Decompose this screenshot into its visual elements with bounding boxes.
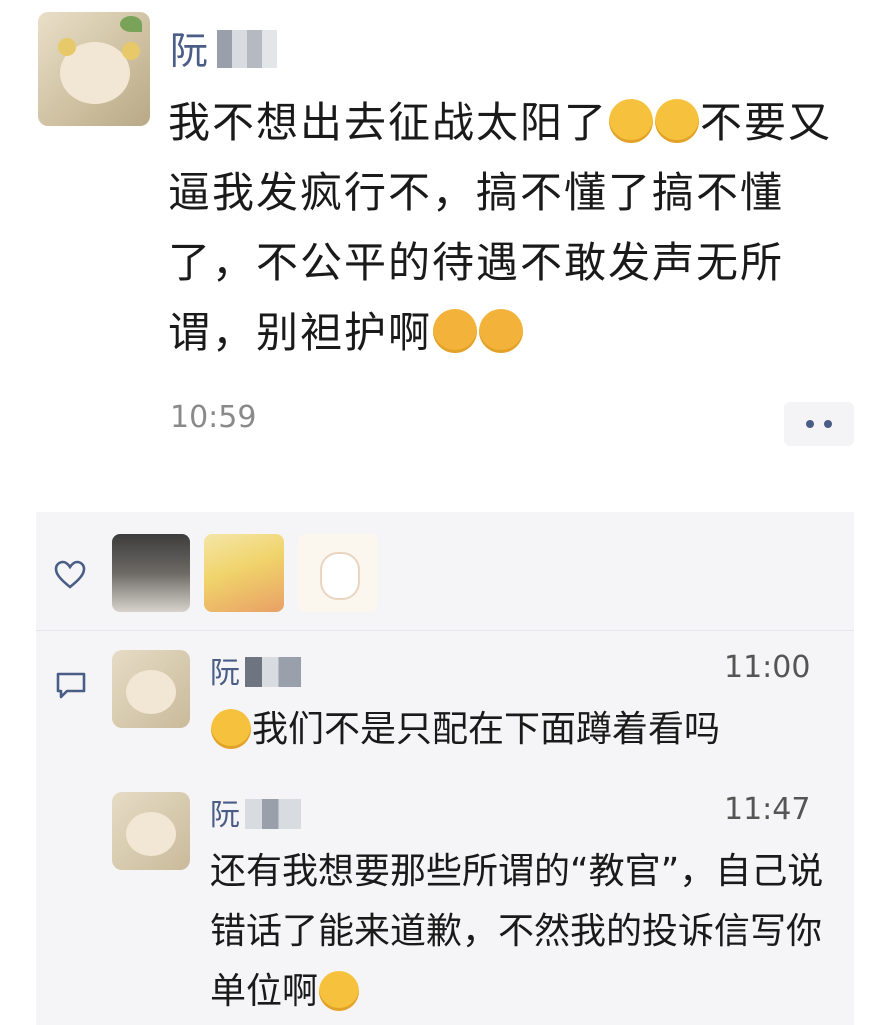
more-dot-icon	[806, 420, 814, 428]
comment-icon[interactable]	[54, 670, 88, 700]
comment-time: 11:47	[724, 792, 811, 827]
heart-icon[interactable]	[54, 560, 86, 590]
thinking-face-icon	[609, 99, 654, 143]
post-time: 10:59	[170, 400, 257, 435]
liker-avatar-person[interactable]	[112, 534, 190, 612]
comment-time: 11:00	[724, 650, 811, 685]
post-body: 我不想出去征战太阳了 不要又逼我发疯行不，搞不懂了搞不懂了，不公平的待遇不敢发声无…	[168, 88, 858, 368]
more-options-button[interactable]	[784, 402, 854, 446]
post-text-part-1: 我不想出去征战太阳了	[168, 98, 609, 147]
more-dot-icon	[824, 420, 832, 428]
sad-face-icon	[479, 309, 524, 353]
hamster-face	[126, 670, 176, 714]
comment-body: 我们不是只配在下面蹲着看吗	[210, 700, 830, 760]
name-mosaic	[245, 799, 302, 829]
comment-author[interactable]: 阮	[210, 790, 302, 834]
liker-avatar-pikachu[interactable]	[204, 534, 284, 612]
comment-body: 还有我想要那些所谓的“教官”，自己说错话了能来道歉，不然我的投诉信写你单位啊	[210, 842, 830, 1022]
comment-text: 我们不是只配在下面蹲着看吗	[252, 709, 721, 750]
sweat-face-icon	[319, 971, 360, 1011]
liker-avatar-bunny[interactable]	[298, 534, 378, 612]
thinking-face-icon	[655, 99, 700, 143]
comment-author-name: 阮	[210, 798, 240, 833]
comment-avatar[interactable]	[112, 650, 190, 728]
name-mosaic	[217, 30, 278, 68]
name-mosaic	[245, 657, 302, 687]
comment-author-name: 阮	[210, 656, 240, 691]
bunny-body	[320, 552, 360, 600]
hamster-ear-left	[58, 38, 76, 56]
leaf-deco	[120, 16, 142, 32]
comment-text: 还有我想要那些所谓的“教官”，自己说错话了能来道歉，不然我的投诉信写你单位啊	[210, 851, 824, 1012]
sweat-face-icon	[211, 709, 251, 749]
author-avatar[interactable]	[38, 12, 150, 126]
post-author[interactable]: 阮	[170, 20, 278, 73]
hamster-ear-right	[122, 42, 140, 60]
panel-divider	[36, 630, 854, 631]
comment-avatar[interactable]	[112, 792, 190, 870]
sad-face-icon	[433, 309, 478, 353]
author-name-text: 阮	[170, 29, 209, 73]
comment-author[interactable]: 阮	[210, 648, 302, 692]
hamster-face	[126, 812, 176, 856]
